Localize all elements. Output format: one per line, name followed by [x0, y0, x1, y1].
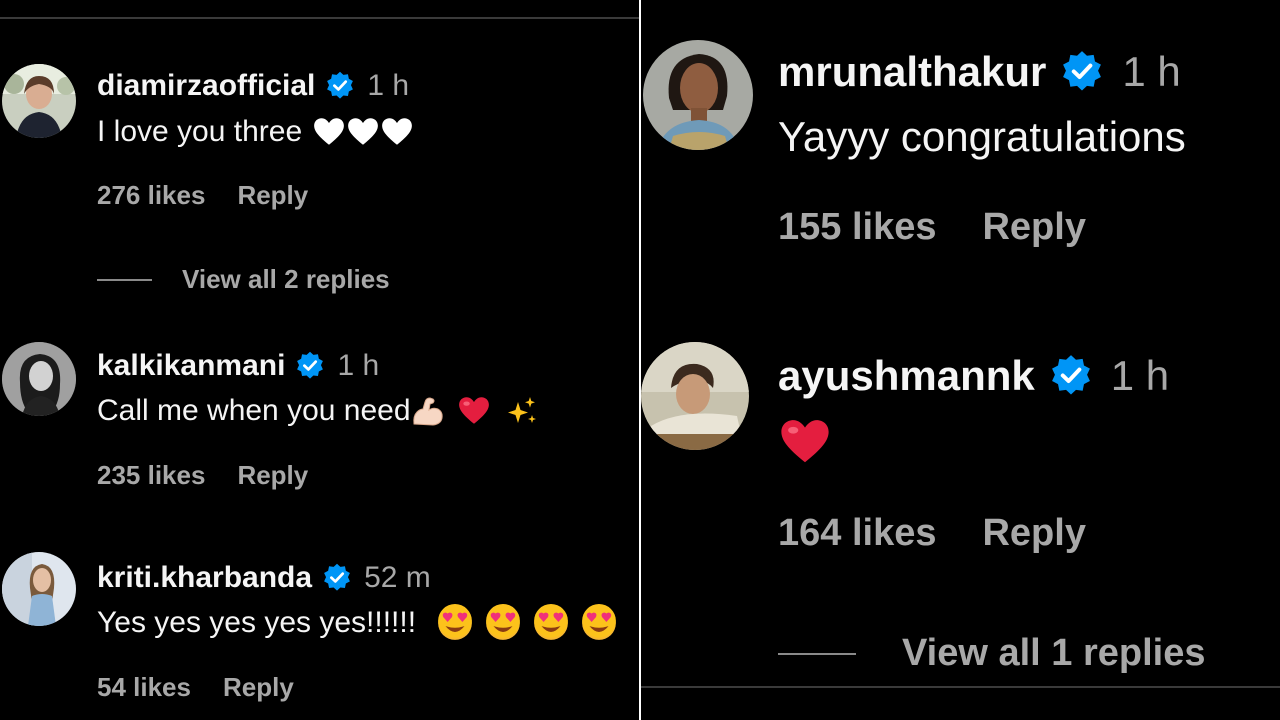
reply-button[interactable]: Reply [982, 512, 1085, 555]
comment-text: I love you three [97, 112, 414, 152]
avatar-photo [641, 342, 749, 450]
verified-badge-icon [322, 563, 352, 593]
replies-line [97, 278, 152, 281]
comment-actions: 164 likes Reply [778, 512, 1086, 555]
avatar[interactable] [2, 552, 76, 626]
bottom-divider [641, 686, 1280, 688]
comment-actions: 235 likes Reply [97, 460, 308, 491]
flexed-biceps-icon [411, 394, 445, 428]
left-screenshot-panel: diamirzaofficial 1 h I love you three 27… [0, 0, 639, 720]
comment-actions: 276 likes Reply [97, 180, 308, 211]
avatar-photo [643, 40, 753, 150]
view-replies-button[interactable]: View all 1 replies [778, 632, 1205, 675]
likes-count[interactable]: 235 likes [97, 460, 205, 491]
view-replies-button[interactable]: View all 2 replies [97, 264, 390, 295]
username[interactable]: kriti.kharbanda [97, 561, 312, 595]
comment-header: mrunalthakur 1 h [778, 46, 1181, 98]
sparkles-icon [505, 394, 539, 428]
timestamp: 1 h [1110, 352, 1170, 399]
likes-count[interactable]: 54 likes [97, 672, 191, 703]
reply-button[interactable]: Reply [982, 206, 1085, 249]
reply-button[interactable]: Reply [223, 672, 294, 703]
avatar-photo [2, 552, 76, 626]
reply-button[interactable]: Reply [237, 180, 308, 211]
right-screenshot-panel: mrunalthakur 1 h Yayyy congratulations 1… [641, 0, 1280, 720]
avatar[interactable] [641, 342, 749, 450]
heart-eyes-icon [484, 604, 522, 642]
avatar[interactable] [2, 64, 76, 138]
comment-text-content: Yes yes yes yes yes!!!!!! [97, 606, 417, 639]
timestamp: 52 m [364, 561, 431, 594]
view-replies-label: View all 2 replies [182, 264, 390, 294]
reply-button[interactable]: Reply [237, 460, 308, 491]
comment-text: Yes yes yes yes yes!!!!!! [97, 603, 618, 643]
comment-text-content: I love you three [97, 115, 303, 148]
comment-header: kriti.kharbanda 52 m [97, 558, 431, 598]
comment-actions: 54 likes Reply [97, 672, 294, 703]
timestamp: 1 h [367, 69, 410, 102]
heart-eyes-icon [580, 604, 618, 642]
avatar-photo [2, 64, 76, 138]
verified-badge-icon [1049, 354, 1093, 398]
view-replies-label: View all 1 replies [902, 632, 1206, 674]
verified-badge-icon [295, 351, 325, 381]
likes-count[interactable]: 155 likes [778, 206, 936, 249]
likes-count[interactable]: 164 likes [778, 512, 936, 555]
verified-badge-icon [1060, 50, 1104, 94]
comment-header: diamirzaofficial 1 h [97, 66, 409, 106]
avatar[interactable] [2, 342, 76, 416]
timestamp: 1 h [1122, 48, 1181, 95]
replies-line [778, 652, 856, 655]
comment-text: Yayyy congratulations [778, 110, 1186, 164]
comment-text: Call me when you need [97, 391, 539, 431]
avatar[interactable] [643, 40, 753, 150]
top-divider [0, 17, 639, 19]
white-heart-icon [380, 115, 414, 149]
timestamp: 1 h [337, 349, 380, 382]
comment-text-content: Yayyy congratulations [778, 113, 1186, 160]
comment-actions: 155 likes Reply [778, 206, 1086, 249]
white-heart-icon [312, 115, 346, 149]
username[interactable]: diamirzaofficial [97, 69, 315, 103]
heart-eyes-icon [436, 604, 474, 642]
comment-header: kalkikanmani 1 h [97, 346, 379, 386]
avatar-photo [2, 342, 76, 416]
verified-badge-icon [325, 71, 355, 101]
comment-text-content: Call me when you need [97, 394, 411, 427]
comment-header: ayushmannk 1 h [778, 350, 1169, 402]
likes-count[interactable]: 276 likes [97, 180, 205, 211]
red-heart-icon [457, 394, 491, 428]
comment-text [778, 414, 832, 470]
white-heart-icon [346, 115, 380, 149]
username[interactable]: ayushmannk [778, 352, 1035, 400]
username[interactable]: kalkikanmani [97, 349, 285, 383]
red-heart-icon [778, 415, 832, 469]
username[interactable]: mrunalthakur [778, 48, 1046, 96]
heart-eyes-icon [532, 604, 570, 642]
